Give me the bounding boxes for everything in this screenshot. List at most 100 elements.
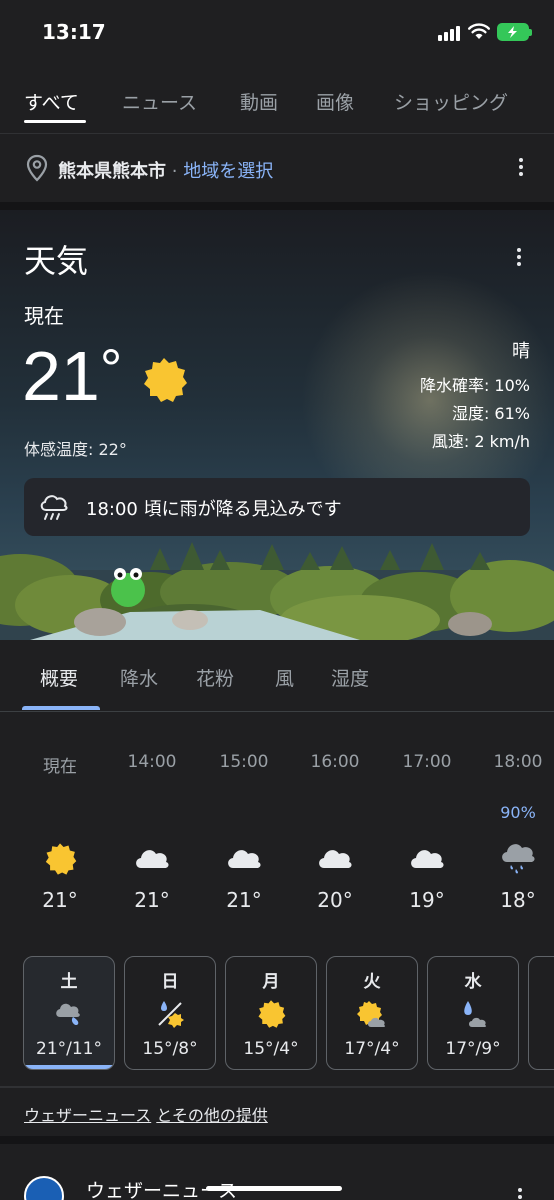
cloud-icon: [411, 850, 444, 868]
day-temperature: 15°/8°: [142, 1039, 198, 1059]
rain-alert[interactable]: 18:00 頃に雨が降る見込みです: [24, 478, 530, 536]
hour-temperature: 21°: [134, 888, 170, 912]
day-temperature: 17°/4°: [344, 1039, 400, 1059]
selected-day-indicator: [24, 1065, 114, 1069]
location-text: 熊本県熊本市 · 地域を選択: [58, 157, 273, 183]
sun-icon: [45, 843, 77, 875]
subtab-precipitation[interactable]: 降水: [120, 664, 158, 691]
hour-icon: [117, 842, 187, 872]
select-region-link[interactable]: 地域を選択: [183, 161, 273, 182]
hour-time: 18:00: [493, 752, 543, 772]
hour-time: 17:00: [402, 752, 452, 772]
hour-precip-chance: 90%: [500, 803, 536, 822]
cloud-icon: [136, 850, 169, 868]
weather-menu-icon[interactable]: [516, 248, 522, 270]
hour-temperature: 18°: [500, 888, 536, 912]
subtab-overview[interactable]: 概要: [40, 664, 78, 691]
hour-temperature: 20°: [317, 888, 353, 912]
tab-news[interactable]: ニュース: [122, 88, 197, 115]
wind-speed: 風速: 2 km/h: [431, 432, 530, 451]
day-card-wed[interactable]: 水 17°/9°: [427, 956, 519, 1070]
current-label: 現在: [24, 304, 64, 328]
cloud-rain-icon: [56, 1003, 80, 1025]
day-icon: [226, 999, 316, 1029]
hour-icon: [209, 842, 279, 872]
day-name: 土: [60, 972, 78, 992]
temperature-unit: °: [99, 337, 123, 400]
current-temperature: 21°: [22, 336, 122, 416]
hour-icon: [392, 842, 462, 872]
hour-icon: [25, 842, 95, 876]
location-bar: 熊本県熊本市 · 地域を選択: [0, 136, 554, 202]
hour-temperature: 19°: [409, 888, 445, 912]
day-icon: [24, 999, 114, 1029]
rain-alert-text: 18:00 頃に雨が降る見込みです: [86, 499, 342, 520]
weathernews-logo: [24, 1176, 64, 1200]
rain-cloud-icon: [40, 495, 68, 520]
cellular-signal-icon: [438, 26, 460, 41]
day-temperature: 21°/11°: [36, 1039, 102, 1059]
section-divider: [0, 1136, 554, 1144]
search-results-page: 13:17 すべて ニュース 動画 画像 ショッピング 熊本県熊本市 · 地域を…: [0, 0, 554, 1200]
feels-like: 体感温度: 22°: [24, 440, 127, 459]
weather-details: 晴 降水確率: 10% 湿度: 61% 風速: 2 km/h: [420, 338, 530, 456]
hour-time: 16:00: [310, 752, 360, 772]
day-temperature: 17°/9°: [445, 1039, 501, 1059]
tab-all[interactable]: すべて: [24, 88, 79, 115]
day-name: 日: [161, 972, 179, 992]
day-name: 月: [262, 972, 280, 992]
precipitation-chance: 降水確率: 10%: [419, 376, 530, 395]
location-menu-icon[interactable]: [518, 158, 524, 180]
subtab-pollen[interactable]: 花粉: [196, 664, 234, 691]
tab-videos[interactable]: 動画: [240, 88, 278, 115]
result-menu-icon[interactable]: [517, 1188, 523, 1200]
battery-charging-icon: [497, 23, 532, 41]
subtab-humidity[interactable]: 湿度: [331, 664, 369, 691]
weather-title: 天気: [24, 242, 89, 280]
rain-cloud-icon: [464, 1001, 487, 1027]
humidity-value: 湿度: 61%: [451, 404, 530, 423]
active-subtab-indicator: [22, 706, 100, 710]
hour-icon: [483, 842, 553, 876]
day-card-sat[interactable]: 土 21°/11°: [23, 956, 115, 1070]
provider-suffix[interactable]: とその他の提供: [156, 1106, 268, 1125]
cloud-icon: [319, 850, 352, 868]
provider-link[interactable]: ウェザーニュース: [24, 1106, 151, 1125]
day-card-mon[interactable]: 月 15°/4°: [225, 956, 317, 1070]
tab-shopping[interactable]: ショッピング: [394, 88, 508, 115]
section-divider: [0, 202, 554, 210]
home-indicator[interactable]: [206, 1186, 342, 1191]
temperature-value: 21: [22, 337, 100, 415]
tab-images[interactable]: 画像: [316, 88, 354, 115]
active-tab-indicator: [24, 120, 86, 123]
location-pin-icon: [26, 154, 48, 182]
wifi-icon: [468, 23, 490, 39]
hour-time: 15:00: [219, 752, 269, 772]
hour-time: 14:00: [127, 752, 177, 772]
day-icon: [327, 999, 417, 1029]
location-city: 熊本県熊本市: [58, 161, 166, 182]
day-card-sun[interactable]: 日 15°/8°: [124, 956, 216, 1070]
day-name: 水: [464, 972, 482, 992]
sun-icon: [144, 358, 187, 402]
provider-credit: ウェザーニュース とその他の提供: [24, 1102, 268, 1126]
day-card-tue[interactable]: 火 17°/4°: [326, 956, 418, 1070]
hour-temperature: 21°: [42, 888, 78, 912]
day-name: 火: [363, 972, 381, 992]
location-separator: ·: [171, 161, 178, 182]
tree-line-illustration: [150, 542, 490, 570]
weather-subtabs: 概要 降水 花粉 風 湿度: [0, 640, 554, 712]
day-icon: [125, 999, 215, 1029]
status-bar: 13:17: [0, 0, 554, 66]
day-icon: [428, 999, 518, 1029]
search-tabs: すべて ニュース 動画 画像 ショッピング: [0, 72, 554, 134]
day-card-partial[interactable]: [528, 956, 554, 1070]
hour-time: 現在: [43, 757, 77, 777]
rain-sun-icon: [158, 1001, 184, 1028]
subtab-wind[interactable]: 風: [275, 664, 294, 691]
sun-cloud-icon: [357, 1001, 386, 1027]
sun-icon: [258, 1000, 286, 1028]
cloud-icon: [228, 850, 261, 868]
condition-text: 晴: [512, 341, 530, 362]
hour-icon: [300, 842, 370, 872]
